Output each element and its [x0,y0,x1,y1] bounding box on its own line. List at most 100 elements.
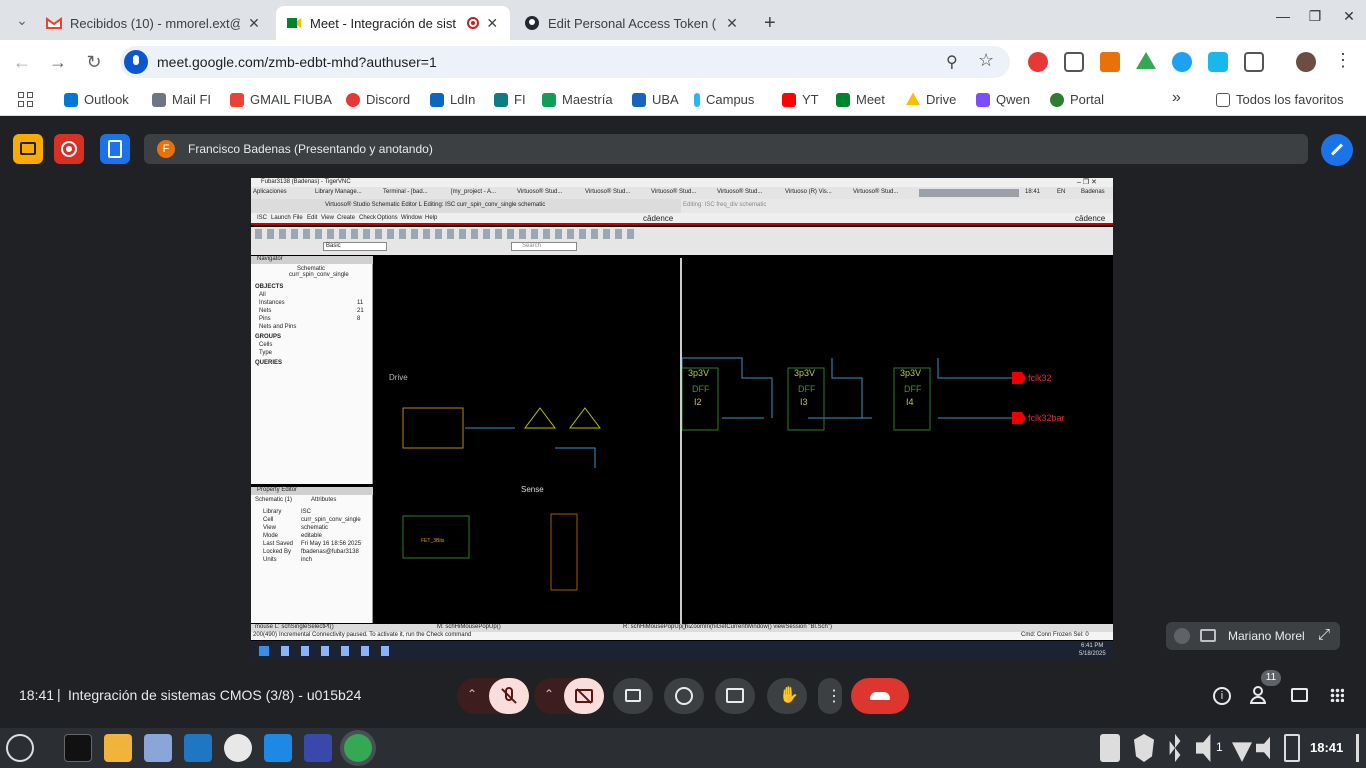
close-tab-button[interactable]: ✕ [724,15,740,32]
menu-item[interactable]: Check [359,215,376,221]
queries-header[interactable]: QUERIES [255,360,282,366]
bookmark-drive[interactable]: Drive [906,92,956,107]
tab-meet[interactable]: Meet - Integración de sist ✕ [276,6,510,40]
maximize-icon[interactable]: ❐ [1300,8,1330,25]
prop-value[interactable]: ISC [301,509,311,515]
objects-header[interactable]: OBJECTS [255,284,283,290]
forward-icon[interactable]: → [46,50,70,74]
spreadsheet-icon[interactable] [264,734,292,762]
nav-item[interactable]: Nets [259,308,271,314]
prop-value[interactable]: curr_spin_conv_single [301,517,361,523]
prop-tab[interactable]: Schematic (1) [255,497,292,503]
vnc-task-item[interactable]: [my_project - A... [451,189,496,195]
groups-header[interactable]: GROUPS [255,334,281,340]
tab-github[interactable]: Edit Personal Access Token ( ✕ [514,6,750,40]
annotate-pen-icon[interactable] [1321,134,1353,166]
hide-captions-icon[interactable] [13,134,43,164]
zoom-icon[interactable]: ⚲ [946,52,958,72]
close-tab-button[interactable]: ✕ [246,15,262,32]
microphone-icon[interactable] [124,50,148,74]
prop-tab[interactable]: Attributes [311,497,336,503]
nav-item[interactable]: Pins [259,316,271,322]
self-tile[interactable]: Mariano Morel ⤢ [1166,622,1340,650]
people-button[interactable] [1250,686,1270,704]
menu-icon[interactable]: ⋮ [1334,50,1352,71]
nav-item[interactable]: Instances [259,300,285,306]
toolbar-combo[interactable]: Basic [323,242,387,251]
captions-button[interactable] [613,678,653,714]
bluetooth-icon[interactable] [1169,734,1181,762]
leave-call-button[interactable] [851,678,909,714]
chevron-up-icon[interactable]: ⌃ [544,687,554,701]
all-bookmarks-button[interactable]: Todos los favoritos [1216,92,1344,107]
search-input[interactable]: Search [511,242,577,251]
vnc-task-item[interactable]: Virtuoso® Stud... [717,189,762,195]
vnc-task-item[interactable]: Virtuoso® Stud... [517,189,562,195]
files-icon[interactable] [104,734,132,762]
camera-toggle-button[interactable] [564,678,604,714]
bookmark-ldin[interactable]: LdIn [430,92,475,107]
clipboard-icon[interactable] [1100,734,1120,762]
prop-value[interactable]: schematic [301,525,328,531]
bookmark-gmail[interactable]: GMAIL FIUBA [230,92,332,107]
show-desktop-button[interactable] [1356,734,1359,762]
bookmark-fi[interactable]: FI [494,92,526,107]
bookmark-star-icon[interactable]: ☆ [978,50,994,71]
activities-icon[interactable] [1330,688,1344,702]
freq-div-canvas[interactable]: 3p3V 3p3V 3p3V DFF DFF DFF I2 I3 I4 fclk… [682,268,1113,623]
notes-icon[interactable] [100,134,130,164]
address-bar[interactable]: meet.google.com/zmb-edbt-mhd?authuser=1 … [120,46,1010,78]
text-editor-icon[interactable] [144,734,172,762]
vnc-window-controls[interactable]: – ❐ ✕ [1077,178,1097,186]
toolbar-icons[interactable] [255,229,635,239]
close-window-icon[interactable]: ✕ [1334,8,1364,25]
vnc-viewer-icon[interactable] [304,734,332,762]
app-icon[interactable] [224,734,252,762]
back-icon[interactable]: ← [10,50,34,74]
vnc-task-item[interactable]: Virtuoso® Stud... [651,189,696,195]
apps-grid-icon[interactable] [18,92,34,108]
bookmark-discord[interactable]: Discord [346,92,410,107]
vnc-task-item[interactable]: Library Manage... [315,189,362,195]
nav-item[interactable]: Cells [259,342,272,348]
bookmark-uba[interactable]: UBA [632,92,679,107]
cast-icon[interactable] [1064,52,1084,72]
wifi-icon[interactable] [1232,742,1252,762]
mint-menu-icon[interactable] [6,734,34,762]
info-icon[interactable]: i [1213,687,1231,705]
avatar[interactable] [1296,52,1316,72]
menu-item[interactable]: Create [337,215,355,221]
vscode-icon[interactable] [184,734,212,762]
nav-item[interactable]: All [259,292,266,298]
vimeo-icon[interactable] [1208,52,1228,72]
expand-icon[interactable]: ⤢ [1318,626,1330,643]
bookmark-outlook[interactable]: Outlook [64,92,129,107]
record-button[interactable] [54,134,84,164]
close-tab-button[interactable]: ✕ [485,15,500,32]
chat-icon[interactable] [1291,688,1308,702]
tab-gmail[interactable]: Recibidos (10) - mmorel.ext@ ✕ [36,6,274,40]
prop-value[interactable]: editable [301,533,322,539]
adblock-icon[interactable] [1028,52,1048,72]
tab-search-icon[interactable]: ⌄ [10,8,34,32]
extension-icon[interactable] [1172,52,1192,72]
battery-icon[interactable] [1284,734,1300,762]
vnc-task-item[interactable]: Virtuoso (R) Vis... [785,189,832,195]
raise-hand-button[interactable]: ✋ [767,678,807,714]
schematic-canvas[interactable]: Drive Sense FET_3Bits [375,258,680,623]
terminal-icon[interactable] [64,734,92,762]
bookmark-qwen[interactable]: Qwen [976,92,1030,107]
shield-icon[interactable] [1134,734,1154,762]
menu-item[interactable]: Help [425,215,437,221]
megaphone-icon[interactable] [1100,52,1120,72]
bookmark-portal[interactable]: Portal [1050,92,1104,107]
vnc-task-item[interactable]: Virtuoso® Stud... [585,189,630,195]
reload-icon[interactable]: ↻ [82,50,106,74]
chrome-icon[interactable] [344,734,372,762]
present-button[interactable] [715,678,755,714]
prop-value[interactable]: Fri May 16 18:56 2025 [301,541,361,547]
menu-item[interactable]: Launch [271,215,291,221]
bookmark-mailfi[interactable]: Mail FI [152,92,211,107]
minimize-icon[interactable]: — [1268,8,1298,24]
prop-value[interactable]: fbadenas@fubar3138 [301,549,359,555]
